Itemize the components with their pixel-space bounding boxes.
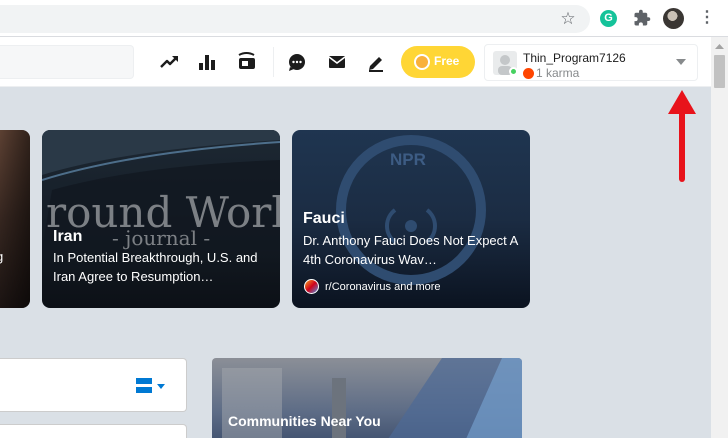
grammarly-extension-icon[interactable]: G	[600, 10, 617, 27]
search-input[interactable]	[0, 45, 134, 79]
bookmark-star-icon[interactable]: ☆	[558, 9, 578, 29]
user-dropdown[interactable]: Thin_Program7126 1 karma	[484, 44, 698, 81]
address-bar[interactable]	[0, 5, 590, 33]
karma-icon	[523, 68, 534, 79]
chat-icon[interactable]	[286, 51, 308, 73]
trending-card-partial[interactable]: g	[0, 130, 30, 308]
free-label: Free	[434, 54, 460, 68]
chrome-menu-icon[interactable]: ⋮	[699, 8, 715, 28]
card-layout-icon[interactable]	[136, 378, 152, 393]
widget-title: Communities Near You	[228, 413, 381, 429]
popular-trending-icon[interactable]	[158, 51, 180, 73]
online-status-dot	[509, 67, 518, 76]
reddit-coins-free-button[interactable]: Free	[401, 46, 475, 78]
trending-card-fauci[interactable]: NPR Fauci Dr. Anthony Fauci Does Not Exp…	[292, 130, 530, 308]
extensions-puzzle-icon[interactable]	[633, 9, 651, 27]
karma-count: 1 karma	[536, 66, 580, 80]
subreddit-label[interactable]: r/Coronavirus and more	[325, 281, 441, 293]
coin-icon	[414, 54, 430, 70]
page-scrollbar[interactable]	[711, 37, 728, 438]
create-post-pencil-icon[interactable]	[365, 51, 387, 73]
reddit-live-icon[interactable]	[236, 51, 258, 73]
layout-chevron-down-icon[interactable]	[157, 384, 165, 389]
browser-toolbar: ☆ G ⋮	[0, 0, 728, 37]
card-headline: In Potential Breakthrough, U.S. and Iran…	[53, 250, 258, 284]
scroll-thumb[interactable]	[714, 55, 725, 88]
reddit-header: Free Thin_Program7126 1 karma	[0, 37, 728, 87]
card-title: Fauci	[303, 210, 345, 227]
messages-mail-icon[interactable]	[326, 51, 348, 73]
username: Thin_Program7126	[523, 51, 626, 65]
chevron-down-icon	[676, 59, 686, 65]
card-watermark-subtext: - journal -	[112, 226, 211, 250]
scroll-up-arrow-icon[interactable]	[711, 39, 728, 53]
all-stats-icon[interactable]	[196, 51, 218, 73]
card-title: Iran	[53, 228, 83, 245]
npr-logo-text: NPR	[390, 150, 426, 169]
subreddit-icon	[304, 279, 319, 294]
communities-near-you-widget[interactable]: Communities Near You	[212, 358, 522, 438]
post-card-partial[interactable]	[0, 424, 187, 438]
card-text-fragment: g	[0, 249, 3, 264]
header-divider	[273, 47, 274, 77]
trending-card-iran[interactable]: round Worl - journal - Iran In Potential…	[42, 130, 280, 308]
card-headline: Dr. Anthony Fauci Does Not Expect A 4th …	[303, 233, 518, 267]
red-annotation-arrow-icon	[668, 90, 696, 182]
card-image	[0, 130, 30, 308]
feed-sort-bar	[0, 358, 187, 412]
chrome-profile-avatar[interactable]	[663, 8, 684, 29]
